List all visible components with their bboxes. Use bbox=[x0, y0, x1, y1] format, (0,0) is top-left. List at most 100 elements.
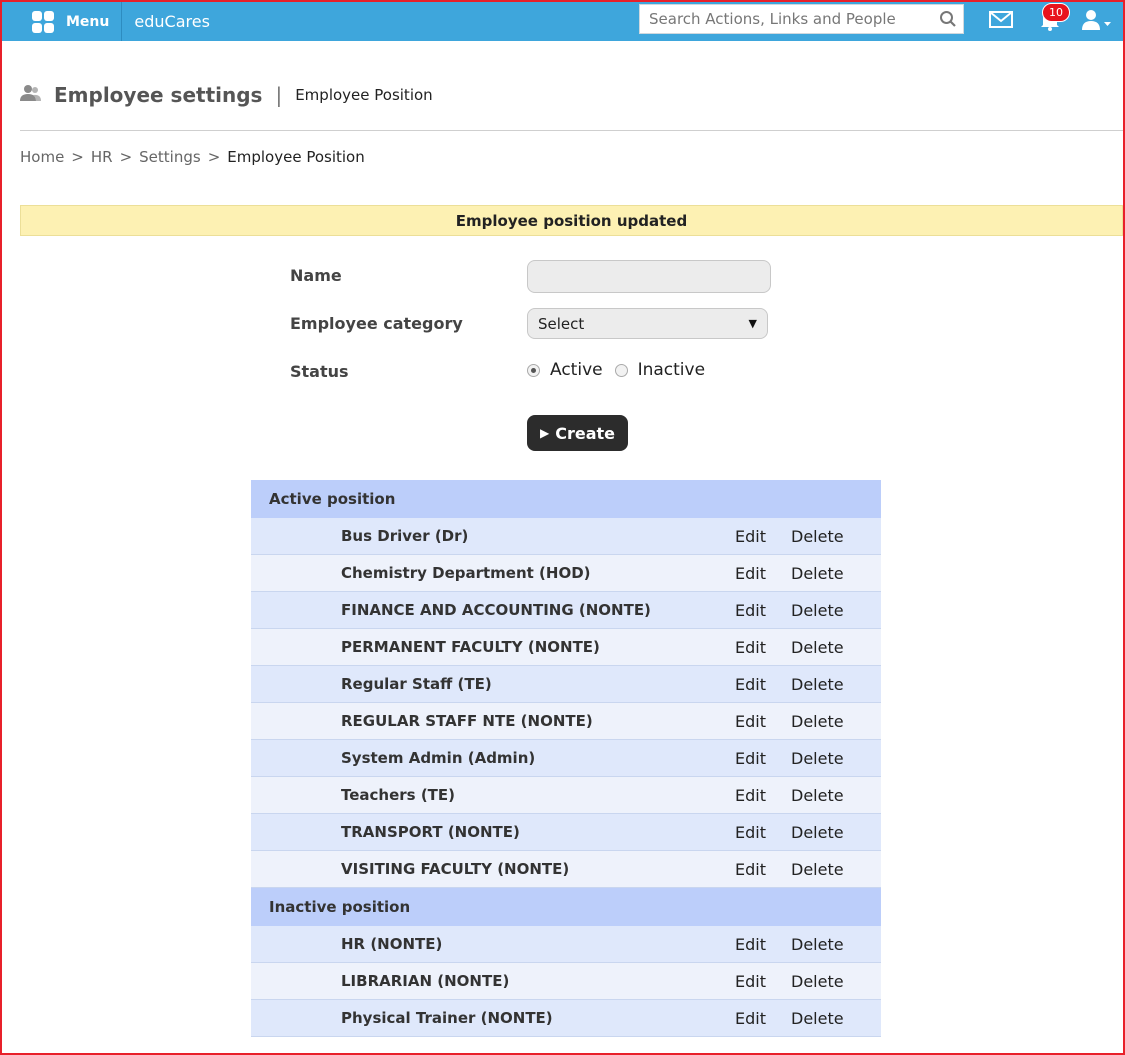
edit-link[interactable]: Edit bbox=[735, 786, 791, 805]
play-icon: ▶ bbox=[539, 426, 550, 440]
position-name: Regular Staff (TE) bbox=[341, 675, 492, 693]
status-inactive-label[interactable]: Inactive bbox=[638, 360, 705, 380]
employee-category-label: Employee category bbox=[290, 314, 463, 333]
edit-link[interactable]: Edit bbox=[735, 527, 791, 546]
delete-link[interactable]: Delete bbox=[791, 527, 844, 546]
status-inactive-radio[interactable] bbox=[614, 363, 628, 377]
edit-link[interactable]: Edit bbox=[735, 601, 791, 620]
edit-link[interactable]: Edit bbox=[735, 712, 791, 731]
menu-label: Menu bbox=[66, 13, 110, 30]
page-title: Employee settings bbox=[54, 83, 263, 107]
delete-link[interactable]: Delete bbox=[791, 601, 844, 620]
delete-link[interactable]: Delete bbox=[791, 749, 844, 768]
delete-link[interactable]: Delete bbox=[791, 786, 844, 805]
mail-icon[interactable] bbox=[989, 11, 1013, 32]
position-name: REGULAR STAFF NTE (NONTE) bbox=[341, 712, 593, 730]
table-row: FINANCE AND ACCOUNTING (NONTE) Edit Delete bbox=[251, 592, 881, 629]
delete-link[interactable]: Delete bbox=[791, 712, 844, 731]
breadcrumb-separator: > bbox=[119, 148, 133, 166]
people-icon bbox=[20, 84, 42, 106]
global-search bbox=[639, 4, 964, 34]
user-avatar-icon[interactable] bbox=[1081, 9, 1113, 35]
table-row: PERMANENT FACULTY (NONTE) Edit Delete bbox=[251, 629, 881, 666]
search-input[interactable] bbox=[640, 5, 933, 33]
page-subtitle: Employee Position bbox=[295, 86, 433, 104]
delete-link[interactable]: Delete bbox=[791, 675, 844, 694]
active-section-header: Active position bbox=[251, 480, 881, 518]
edit-link[interactable]: Edit bbox=[735, 972, 791, 991]
delete-link[interactable]: Delete bbox=[791, 935, 844, 954]
status-radio-group: Active Inactive bbox=[527, 360, 717, 380]
table-row: HR (NONTE) Edit Delete bbox=[251, 926, 881, 963]
delete-link[interactable]: Delete bbox=[791, 823, 844, 842]
position-name: System Admin (Admin) bbox=[341, 749, 536, 767]
success-alert: Employee position updated bbox=[20, 205, 1123, 236]
breadcrumb-settings[interactable]: Settings bbox=[139, 148, 201, 166]
edit-link[interactable]: Edit bbox=[735, 935, 791, 954]
chevron-down-icon: ▼ bbox=[748, 317, 757, 330]
table-row: REGULAR STAFF NTE (NONTE) Edit Delete bbox=[251, 703, 881, 740]
table-row: System Admin (Admin) Edit Delete bbox=[251, 740, 881, 777]
status-active-label[interactable]: Active bbox=[550, 360, 603, 380]
create-button-label: Create bbox=[555, 423, 615, 443]
position-name: VISITING FACULTY (NONTE) bbox=[341, 860, 570, 878]
create-button[interactable]: ▶ Create bbox=[527, 415, 628, 451]
position-name: Physical Trainer (NONTE) bbox=[341, 1009, 553, 1027]
table-row: Physical Trainer (NONTE) Edit Delete bbox=[251, 1000, 881, 1037]
table-row: Bus Driver (Dr) Edit Delete bbox=[251, 518, 881, 555]
active-positions-list: Bus Driver (Dr) Edit Delete Chemistry Depar… bbox=[251, 518, 881, 888]
name-input[interactable] bbox=[527, 260, 771, 293]
table-row: Regular Staff (TE) Edit Delete bbox=[251, 666, 881, 703]
inactive-section-title: Inactive position bbox=[269, 898, 411, 916]
table-row: VISITING FACULTY (NONTE) Edit Delete bbox=[251, 851, 881, 888]
table-row: Chemistry Department (HOD) Edit Delete bbox=[251, 555, 881, 592]
header-separator: | bbox=[275, 83, 283, 107]
edit-link[interactable]: Edit bbox=[735, 564, 791, 583]
edit-link[interactable]: Edit bbox=[735, 675, 791, 694]
active-section-title: Active position bbox=[269, 490, 396, 508]
positions-table: Active position Bus Driver (Dr) Edit Delet… bbox=[251, 480, 881, 1037]
inactive-section-header: Inactive position bbox=[251, 888, 881, 926]
menu-button[interactable]: Menu bbox=[2, 2, 123, 41]
position-name: Chemistry Department (HOD) bbox=[341, 564, 591, 582]
position-name: FINANCE AND ACCOUNTING (NONTE) bbox=[341, 601, 651, 619]
breadcrumb-separator: > bbox=[71, 148, 84, 166]
notification-badge: 10 bbox=[1042, 3, 1070, 22]
delete-link[interactable]: Delete bbox=[791, 1009, 844, 1028]
table-row: Teachers (TE) Edit Delete bbox=[251, 777, 881, 814]
table-row: LIBRARIAN (NONTE) Edit Delete bbox=[251, 963, 881, 1000]
delete-link[interactable]: Delete bbox=[791, 860, 844, 879]
edit-link[interactable]: Edit bbox=[735, 1009, 791, 1028]
status-active-radio[interactable] bbox=[527, 363, 540, 377]
select-value: Select bbox=[538, 314, 585, 333]
apps-grid-icon bbox=[32, 10, 54, 33]
position-name: Teachers (TE) bbox=[341, 786, 456, 804]
delete-link[interactable]: Delete bbox=[791, 972, 844, 991]
alert-message: Employee position updated bbox=[455, 211, 688, 230]
edit-link[interactable]: Edit bbox=[735, 749, 791, 768]
delete-link[interactable]: Delete bbox=[791, 564, 844, 583]
breadcrumb-home[interactable]: Home bbox=[20, 148, 64, 166]
edit-link[interactable]: Edit bbox=[735, 823, 791, 842]
header-divider bbox=[20, 130, 1123, 131]
edit-link[interactable]: Edit bbox=[735, 638, 791, 657]
delete-link[interactable]: Delete bbox=[791, 638, 844, 657]
table-row: TRANSPORT (NONTE) Edit Delete bbox=[251, 814, 881, 851]
position-name: TRANSPORT (NONTE) bbox=[341, 823, 520, 841]
breadcrumb-separator: > bbox=[207, 148, 221, 166]
breadcrumb-hr[interactable]: HR bbox=[91, 148, 113, 166]
search-icon[interactable] bbox=[933, 5, 963, 33]
position-name: HR (NONTE) bbox=[341, 935, 443, 953]
edit-link[interactable]: Edit bbox=[735, 860, 791, 879]
breadcrumb: Home > HR > Settings > Employee Position bbox=[20, 148, 365, 166]
position-name: LIBRARIAN (NONTE) bbox=[341, 972, 510, 990]
breadcrumb-current: Employee Position bbox=[227, 148, 365, 166]
position-name: Bus Driver (Dr) bbox=[341, 527, 469, 545]
status-label: Status bbox=[290, 362, 349, 381]
page-header: Employee settings | Employee Position bbox=[20, 83, 433, 107]
employee-category-select[interactable]: Select ▼ bbox=[527, 308, 768, 339]
inactive-positions-list: HR (NONTE) Edit Delete LIBRARIAN (NONTE) Edi… bbox=[251, 926, 881, 1037]
brand-link[interactable]: eduCares bbox=[122, 12, 210, 31]
position-name: PERMANENT FACULTY (NONTE) bbox=[341, 638, 600, 656]
name-label: Name bbox=[290, 266, 342, 285]
